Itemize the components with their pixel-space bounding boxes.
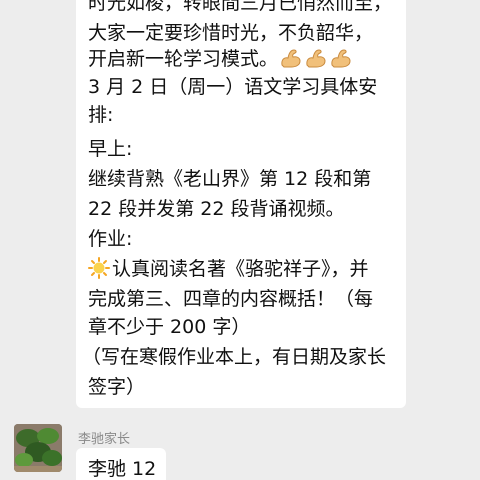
- message-line-text: 开启新一轮学习模式。: [88, 48, 279, 70]
- message-line: 开启新一轮学习模式。: [88, 46, 353, 72]
- message-text: 李驰 12: [88, 458, 157, 480]
- message-line: 早上:: [88, 138, 133, 160]
- message-line: 签字）: [88, 376, 146, 398]
- message-line: 时光如梭，转眼間三月已悄然而至，: [88, 0, 393, 14]
- message-line: 完成第三、四章的内容概括！（每: [88, 288, 374, 310]
- message-line: 排:: [88, 104, 114, 126]
- sun-icon: [88, 257, 110, 279]
- message-line-text: 认真阅读名著《骆驼祥子》，并: [112, 258, 369, 280]
- avatar[interactable]: [14, 424, 62, 472]
- flexed-biceps-icon: [329, 47, 353, 69]
- chat-window: 时光如梭，转眼間三月已悄然而至， 大家一定要珍惜时光，不负韶华， 开启新一轮学习…: [0, 0, 480, 480]
- message-line: 继续背熟《老山界》第 12 段和第: [88, 168, 372, 190]
- message-line: 认真阅读名著《骆驼祥子》，并: [88, 256, 369, 282]
- sender-name: 李驰家长: [78, 432, 131, 447]
- message-line: （写在寒假作业本上，有日期及家长: [82, 346, 387, 368]
- message-line: 大家一定要珍惜时光，不负韶华，: [88, 22, 374, 44]
- message-line: 作业:: [88, 228, 133, 250]
- flexed-biceps-icon: [279, 47, 303, 69]
- message-line: 3 月 2 日（周一）语文学习具体安: [88, 76, 378, 98]
- flexed-biceps-icon: [304, 47, 328, 69]
- message-line: 22 段并发第 22 段背诵视频。: [88, 198, 345, 220]
- message-line: 章不少于 200 字）: [88, 316, 251, 338]
